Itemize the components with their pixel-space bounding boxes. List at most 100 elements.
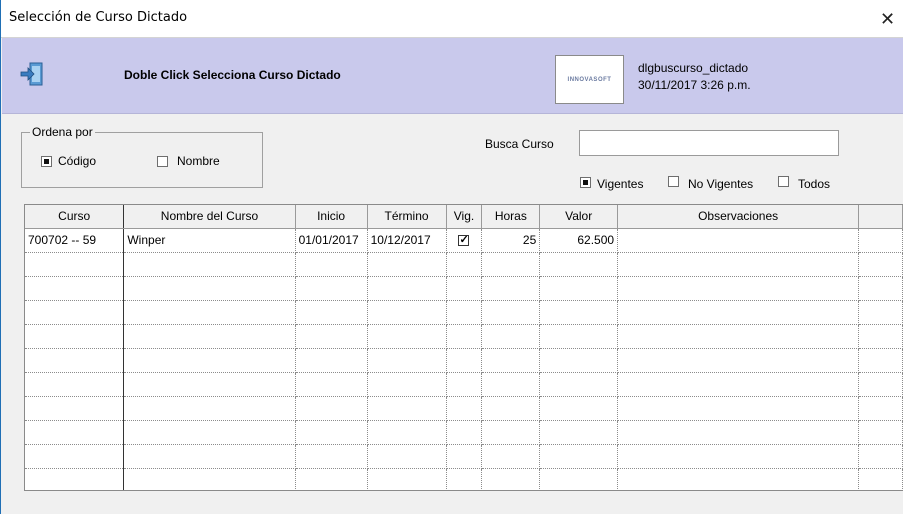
table-row-empty[interactable] (25, 324, 903, 349)
empty-cell[interactable] (123, 444, 296, 469)
empty-cell[interactable] (25, 396, 125, 421)
courses-grid[interactable]: Curso Nombre del Curso Inicio Término Vi… (24, 204, 903, 491)
empty-cell[interactable] (481, 420, 541, 445)
empty-cell[interactable] (123, 348, 296, 373)
empty-cell[interactable] (25, 372, 125, 397)
empty-cell[interactable] (295, 252, 368, 277)
empty-cell[interactable] (446, 420, 483, 445)
empty-cell[interactable] (367, 444, 447, 469)
empty-cell[interactable] (295, 348, 368, 373)
cell-nombre[interactable]: Winper (123, 228, 296, 253)
cell-termino[interactable]: 10/12/2017 (367, 228, 447, 253)
filter-no-vigentes-label[interactable]: No Vigentes (688, 177, 753, 191)
col-header-horas[interactable]: Horas (481, 205, 541, 229)
vigente-checkbox[interactable] (458, 233, 470, 247)
empty-cell[interactable] (481, 252, 541, 277)
empty-cell[interactable] (481, 396, 541, 421)
cell-inicio[interactable]: 01/01/2017 (295, 228, 368, 253)
empty-cell[interactable] (446, 372, 483, 397)
order-nombre-label[interactable]: Nombre (177, 154, 220, 168)
empty-cell[interactable] (481, 300, 541, 325)
empty-cell[interactable] (295, 372, 368, 397)
table-row-empty[interactable] (25, 444, 903, 469)
empty-cell[interactable] (481, 372, 541, 397)
empty-cell[interactable] (25, 324, 125, 349)
cell-horas[interactable]: 25 (481, 228, 541, 253)
empty-cell[interactable] (123, 324, 296, 349)
empty-cell[interactable] (25, 468, 125, 490)
search-input[interactable] (579, 130, 839, 156)
empty-cell[interactable] (367, 372, 447, 397)
empty-cell[interactable] (295, 468, 368, 490)
empty-cell[interactable] (446, 324, 483, 349)
empty-cell[interactable] (446, 300, 483, 325)
empty-cell[interactable] (123, 252, 296, 277)
empty-cell[interactable] (481, 444, 541, 469)
empty-cell[interactable] (539, 468, 619, 490)
filter-todos-label[interactable]: Todos (798, 177, 830, 191)
col-header-nombre[interactable]: Nombre del Curso (123, 205, 296, 229)
empty-cell[interactable] (539, 252, 619, 277)
filter-no-vigentes-checkbox[interactable] (668, 176, 679, 187)
empty-cell[interactable] (367, 348, 447, 373)
empty-cell[interactable] (446, 252, 483, 277)
filter-vigentes-checkbox[interactable] (580, 177, 591, 188)
empty-cell[interactable] (123, 372, 296, 397)
table-row-empty[interactable] (25, 276, 903, 301)
empty-cell[interactable] (481, 276, 541, 301)
table-row[interactable]: 700702 -- 59 Winper 01/01/2017 10/12/201… (25, 228, 903, 253)
filter-vigentes-label[interactable]: Vigentes (597, 177, 643, 191)
empty-cell[interactable] (295, 276, 368, 301)
empty-cell[interactable] (481, 468, 541, 490)
cell-vig[interactable] (446, 228, 483, 253)
empty-cell[interactable] (25, 252, 125, 277)
cell-curso[interactable]: 700702 -- 59 (25, 228, 125, 253)
empty-cell[interactable] (367, 324, 447, 349)
empty-cell[interactable] (295, 420, 368, 445)
col-header-vig[interactable]: Vig. (446, 205, 483, 229)
empty-cell[interactable] (446, 468, 483, 490)
empty-cell[interactable] (367, 252, 447, 277)
empty-cell[interactable] (367, 468, 447, 490)
empty-cell[interactable] (617, 300, 860, 325)
empty-cell[interactable] (25, 420, 125, 445)
col-header-valor[interactable]: Valor (539, 205, 619, 229)
empty-cell[interactable] (539, 444, 619, 469)
empty-cell[interactable] (539, 348, 619, 373)
table-row-empty[interactable] (25, 468, 903, 490)
empty-cell[interactable] (539, 276, 619, 301)
table-row-empty[interactable] (25, 300, 903, 325)
empty-cell[interactable] (446, 348, 483, 373)
order-nombre-checkbox[interactable] (157, 156, 168, 167)
empty-cell[interactable] (123, 276, 296, 301)
empty-cell[interactable] (617, 348, 860, 373)
empty-cell[interactable] (25, 348, 125, 373)
empty-cell[interactable] (481, 348, 541, 373)
col-header-curso[interactable]: Curso (25, 205, 125, 229)
table-row-empty[interactable] (25, 420, 903, 445)
empty-cell[interactable] (617, 324, 860, 349)
empty-cell[interactable] (123, 420, 296, 445)
table-row-empty[interactable] (25, 396, 903, 421)
empty-cell[interactable] (617, 252, 860, 277)
table-row-empty[interactable] (25, 372, 903, 397)
empty-cell[interactable] (539, 420, 619, 445)
empty-cell[interactable] (295, 444, 368, 469)
col-header-termino[interactable]: Término (367, 205, 447, 229)
col-header-inicio[interactable]: Inicio (295, 205, 368, 229)
empty-cell[interactable] (295, 300, 368, 325)
cell-valor[interactable]: 62.500 (539, 228, 619, 253)
table-row-empty[interactable] (25, 348, 903, 373)
empty-cell[interactable] (367, 420, 447, 445)
empty-cell[interactable] (539, 372, 619, 397)
table-row-empty[interactable] (25, 252, 903, 277)
empty-cell[interactable] (446, 276, 483, 301)
empty-cell[interactable] (539, 324, 619, 349)
order-codigo-checkbox[interactable] (41, 156, 52, 167)
empty-cell[interactable] (617, 444, 860, 469)
empty-cell[interactable] (25, 444, 125, 469)
empty-cell[interactable] (617, 468, 860, 490)
empty-cell[interactable] (367, 396, 447, 421)
empty-cell[interactable] (367, 276, 447, 301)
empty-cell[interactable] (617, 396, 860, 421)
